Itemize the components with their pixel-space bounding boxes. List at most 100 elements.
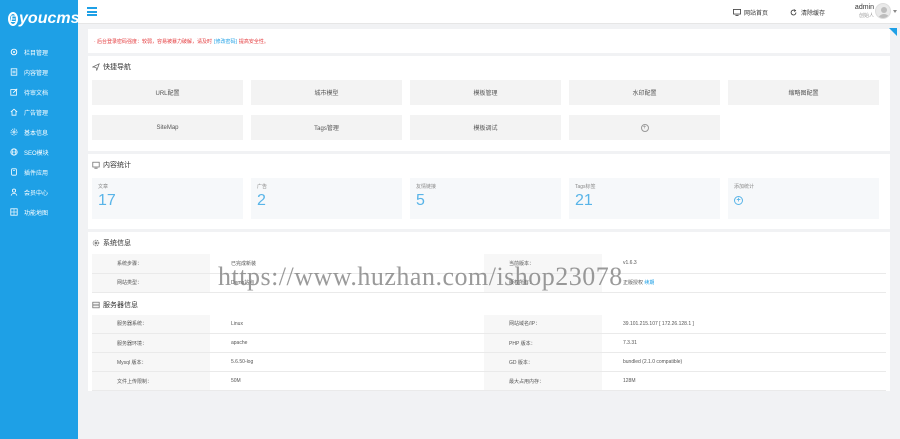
stat-label: 广告 [257, 184, 268, 190]
send-icon [92, 63, 100, 71]
system-info-title: 系统信息 [103, 240, 131, 247]
server-info-title: 服务器信息 [103, 301, 138, 309]
monitor-icon [733, 9, 741, 16]
stat-ads[interactable]: 广告 2 [251, 178, 402, 219]
chart-icon [92, 161, 100, 169]
home-icon [10, 108, 18, 116]
quick-template-manage[interactable]: 模板管理 [410, 80, 561, 105]
stat-value: 21 [575, 192, 593, 209]
sidebar-item-map[interactable]: 功能地图 [0, 202, 78, 222]
table-row: Mysql 版本： 5.6.50-log GD 版本： bundled (2.1… [92, 352, 886, 372]
stat-label: 添加统计 [734, 184, 755, 190]
quick-nav-panel: 快捷导航 URL配置 城市模型 模板管理 水印配置 缩略图配置 SiteMap … [88, 56, 890, 151]
sidebar-item-column[interactable]: 栏目管理 [0, 42, 78, 62]
panel-title: 内容统计 [88, 154, 890, 176]
cell-label: 服务器环境： [92, 333, 210, 353]
admin-role: 创始人 [858, 13, 874, 19]
clear-cache-link[interactable]: 清除缓存 [790, 8, 825, 17]
watermark: https://www.huzhan.com/ishop23078 [218, 262, 623, 291]
stat-value: 5 [416, 192, 425, 209]
cell-value: 128M [602, 371, 886, 391]
renew-link[interactable]: 续期 [644, 280, 654, 286]
system-info-panel: 系统信息 系统步骤： 已完成新装 当前版本： v1.6.3 网站类型： Demo… [88, 232, 890, 391]
cell-value: apache [210, 333, 484, 353]
cell-value: 39.101.215.107 [ 172.26.128.1 ] [602, 314, 886, 334]
sidebar-item-basic[interactable]: 基本信息 [0, 122, 78, 142]
quick-thumbnail-config[interactable]: 缩略图配置 [728, 80, 879, 105]
plus-icon: + [640, 123, 649, 132]
sidebar-item-ads[interactable]: 广告管理 [0, 102, 78, 122]
cell-label: 网站类型： [92, 273, 210, 293]
quick-template-debug[interactable]: 模板调试 [410, 115, 561, 140]
cell-label: 系统步骤： [92, 254, 210, 274]
panel-title: 快捷导航 [88, 56, 890, 78]
user-icon [10, 188, 18, 196]
stat-value: 17 [98, 192, 116, 209]
chevron-down-icon[interactable] [893, 10, 897, 13]
table-row: 服务器系统： Linux 网站域名/IP： 39.101.215.107 [ 1… [92, 314, 886, 334]
security-notice: · 后台登录密码强度：较弱，容易被暴力破解，请及时 [修改密码] 提高安全性。 [88, 29, 890, 53]
stats-title: 内容统计 [103, 162, 131, 169]
sidebar-item-label: 内容管理 [24, 70, 49, 77]
site-home-link[interactable]: 网站首页 [733, 8, 768, 17]
table-row: 服务器环境： apache PHP 版本： 7.3.31 [92, 333, 886, 353]
quick-city-model[interactable]: 城市模型 [251, 80, 402, 105]
stat-articles[interactable]: 文章 17 [92, 178, 243, 219]
cell-label: 最大占用内存： [484, 371, 602, 391]
cell-value: bundled (2.1.0 compatible) [602, 352, 886, 372]
quick-nav-title: 快捷导航 [103, 64, 131, 71]
quick-url-config[interactable]: URL配置 [92, 80, 243, 105]
stat-label: 文章 [98, 184, 109, 190]
stat-tags[interactable]: Tags标签 21 [569, 178, 720, 219]
table-row: 文件上传限制： 50M 最大占用内存： 128M [92, 371, 886, 391]
sidebar-item-pending[interactable]: 待审文档 [0, 82, 78, 102]
sidebar-item-label: 插件应用 [24, 170, 49, 177]
cell-label: PHP 版本： [484, 333, 602, 353]
cell-value: 7.3.31 [602, 333, 886, 353]
sidebar-item-label: SEO模块 [24, 150, 49, 157]
sidebar-item-label: 基本信息 [24, 130, 49, 137]
admin-name: admin [854, 4, 874, 11]
panel-title: 系统信息 [88, 232, 890, 254]
grid-icon [10, 208, 18, 216]
stat-add[interactable]: 添加统计 + [728, 178, 879, 219]
gear-icon [10, 48, 18, 56]
site-home-label: 网站首页 [744, 11, 769, 17]
cell-value: v1.6.3 [602, 254, 886, 274]
cell-label: Mysql 版本： [92, 352, 210, 372]
admin-info[interactable]: admin 创始人 [855, 4, 874, 19]
stats-panel: 内容统计 文章 17 广告 2 友情链接 5 Tags标签 21 添加统计 + [88, 154, 890, 229]
menu-toggle-icon[interactable] [87, 7, 97, 16]
globe-icon [10, 148, 18, 156]
sidebar-item-label: 广告管理 [24, 110, 49, 117]
sidebar-item-label: 功能地图 [24, 210, 49, 217]
quick-tags-manage[interactable]: Tags管理 [251, 115, 402, 140]
sidebar-nav: 栏目管理 内容管理 待审文档 广告管理 基本信息 SEO模块 插件应用 会员中心… [0, 42, 78, 222]
stat-value: 2 [257, 192, 266, 209]
gear-icon [92, 239, 100, 247]
plug-icon [10, 168, 18, 176]
plus-circle-icon[interactable]: + [734, 196, 743, 205]
stat-links[interactable]: 友情链接 5 [410, 178, 561, 219]
notice-text-2: 提高安全性。 [238, 38, 269, 45]
change-password-link[interactable]: [修改密码] [214, 38, 237, 45]
panel-title: 服务器信息 [88, 295, 890, 315]
logo[interactable]: E youcms [0, 0, 79, 38]
cell-label: 文件上传限制： [92, 371, 210, 391]
sidebar-item-plugins[interactable]: 插件应用 [0, 162, 78, 182]
quick-add-button[interactable]: + [569, 115, 720, 140]
sidebar-item-label: 待审文档 [24, 90, 49, 97]
sidebar-item-seo[interactable]: SEO模块 [0, 142, 78, 162]
clear-cache-label: 清除缓存 [801, 11, 826, 17]
quick-watermark-config[interactable]: 水印配置 [569, 80, 720, 105]
avatar[interactable] [875, 3, 891, 19]
quick-sitemap[interactable]: SiteMap [92, 115, 243, 140]
stat-label: 友情链接 [416, 184, 437, 190]
quick-nav-grid: URL配置 城市模型 模板管理 水印配置 缩略图配置 SiteMap Tags管… [88, 78, 890, 151]
stats-grid: 文章 17 广告 2 友情链接 5 Tags标签 21 添加统计 + [88, 176, 890, 229]
sidebar-item-members[interactable]: 会员中心 [0, 182, 78, 202]
edit-icon [10, 88, 18, 96]
server-icon [92, 301, 100, 309]
cell-value: Linux [210, 314, 484, 334]
sidebar-item-content[interactable]: 内容管理 [0, 62, 78, 82]
